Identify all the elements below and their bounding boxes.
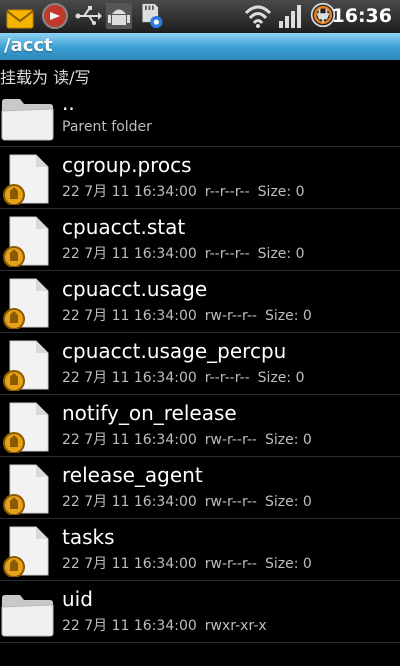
item-subtitle: Parent folder bbox=[62, 119, 152, 135]
path-bar: /acct bbox=[0, 33, 400, 60]
item-meta: 22 7月 11 16:34:00 rwxr-xr-x bbox=[62, 615, 275, 635]
item-name: cgroup.procs bbox=[62, 153, 192, 177]
item-permissions: r--r--r-- bbox=[204, 246, 250, 262]
browser-icon bbox=[42, 3, 68, 29]
item-name: uid bbox=[62, 587, 93, 611]
item-date: 22 7月 11 16:34:00 bbox=[62, 494, 197, 510]
item-date: 22 7月 11 16:34:00 bbox=[62, 184, 197, 200]
folder-icon bbox=[1, 595, 54, 637]
item-meta: 22 7月 11 16:34:00 rw-r--r-- Size: 0 bbox=[62, 305, 320, 325]
mail-icon bbox=[6, 9, 34, 29]
list-item-file[interactable]: cgroup.procs 22 7月 11 16:34:00 r--r--r-- S… bbox=[0, 147, 400, 209]
item-name: cpuacct.stat bbox=[62, 215, 186, 239]
locked-file-icon bbox=[3, 402, 49, 453]
locked-file-icon bbox=[3, 278, 49, 329]
list-item-parent-folder[interactable]: .. Parent folder bbox=[0, 85, 400, 147]
item-size: Size: 0 bbox=[264, 432, 312, 448]
list-item-file[interactable]: notify_on_release 22 7月 11 16:34:00 rw-r-… bbox=[0, 395, 400, 457]
item-meta: 22 7月 11 16:34:00 r--r--r-- Size: 0 bbox=[62, 367, 312, 387]
item-name: .. bbox=[62, 91, 75, 115]
list-item-file[interactable]: cpuacct.stat 22 7月 11 16:34:00 r--r--r-- S… bbox=[0, 209, 400, 271]
wifi-icon bbox=[244, 5, 272, 28]
item-date: 22 7月 11 16:34:00 bbox=[62, 308, 197, 324]
item-permissions: r--r--r-- bbox=[204, 184, 250, 200]
current-path: /acct bbox=[4, 35, 53, 56]
item-size: Size: 0 bbox=[264, 556, 312, 572]
item-meta: 22 7月 11 16:34:00 rw-r--r-- Size: 0 bbox=[62, 491, 320, 511]
sd-card-icon bbox=[142, 3, 163, 29]
item-permissions: rw-r--r-- bbox=[204, 494, 257, 510]
locked-file-icon bbox=[3, 154, 49, 205]
item-meta: 22 7月 11 16:34:00 r--r--r-- Size: 0 bbox=[62, 181, 312, 201]
item-permissions: rw-r--r-- bbox=[204, 432, 257, 448]
item-permissions: rw-r--r-- bbox=[204, 308, 257, 324]
locked-file-icon bbox=[3, 526, 49, 577]
item-size: Size: 0 bbox=[264, 308, 312, 324]
item-date: 22 7月 11 16:34:00 bbox=[62, 618, 197, 634]
signal-icon bbox=[279, 5, 301, 28]
item-date: 22 7月 11 16:34:00 bbox=[62, 370, 197, 386]
list-item-file[interactable]: tasks 22 7月 11 16:34:00 rw-r--r-- Size: 0 bbox=[0, 519, 400, 581]
item-meta: 22 7月 11 16:34:00 rw-r--r-- Size: 0 bbox=[62, 429, 320, 449]
list-item-folder[interactable]: uid 22 7月 11 16:34:00 rwxr-xr-x bbox=[0, 581, 400, 643]
item-permissions: rw-r--r-- bbox=[204, 556, 257, 572]
item-date: 22 7月 11 16:34:00 bbox=[62, 246, 197, 262]
item-name: cpuacct.usage_percpu bbox=[62, 339, 287, 363]
clock: 16:36 bbox=[331, 5, 392, 27]
item-name: cpuacct.usage bbox=[62, 277, 208, 301]
usb-icon bbox=[75, 6, 102, 25]
item-name: tasks bbox=[62, 525, 115, 549]
status-bar: 16:36 bbox=[0, 0, 400, 33]
file-list: .. Parent folder cgroup.procs 22 7月 11 1… bbox=[0, 85, 400, 643]
list-item-file[interactable]: cpuacct.usage_percpu 22 7月 11 16:34:00 r-… bbox=[0, 333, 400, 395]
item-size: Size: 0 bbox=[264, 494, 312, 510]
list-item-file[interactable]: cpuacct.usage 22 7月 11 16:34:00 rw-r--r--… bbox=[0, 271, 400, 333]
item-meta: 22 7月 11 16:34:00 r--r--r-- Size: 0 bbox=[62, 243, 312, 263]
locked-file-icon bbox=[3, 464, 49, 515]
item-meta: 22 7月 11 16:34:00 rw-r--r-- Size: 0 bbox=[62, 553, 320, 573]
item-size: Size: 0 bbox=[257, 184, 305, 200]
list-item-file[interactable]: release_agent 22 7月 11 16:34:00 rw-r--r--… bbox=[0, 457, 400, 519]
locked-file-icon bbox=[3, 216, 49, 267]
locked-file-icon bbox=[3, 340, 49, 391]
item-permissions: rwxr-xr-x bbox=[204, 618, 267, 634]
item-size: Size: 0 bbox=[257, 370, 305, 386]
item-permissions: r--r--r-- bbox=[204, 370, 250, 386]
folder-icon bbox=[1, 99, 54, 141]
item-name: notify_on_release bbox=[62, 401, 237, 425]
item-size: Size: 0 bbox=[257, 246, 305, 262]
android-debug-icon bbox=[106, 3, 132, 29]
item-date: 22 7月 11 16:34:00 bbox=[62, 432, 197, 448]
item-name: release_agent bbox=[62, 463, 203, 487]
item-date: 22 7月 11 16:34:00 bbox=[62, 556, 197, 572]
